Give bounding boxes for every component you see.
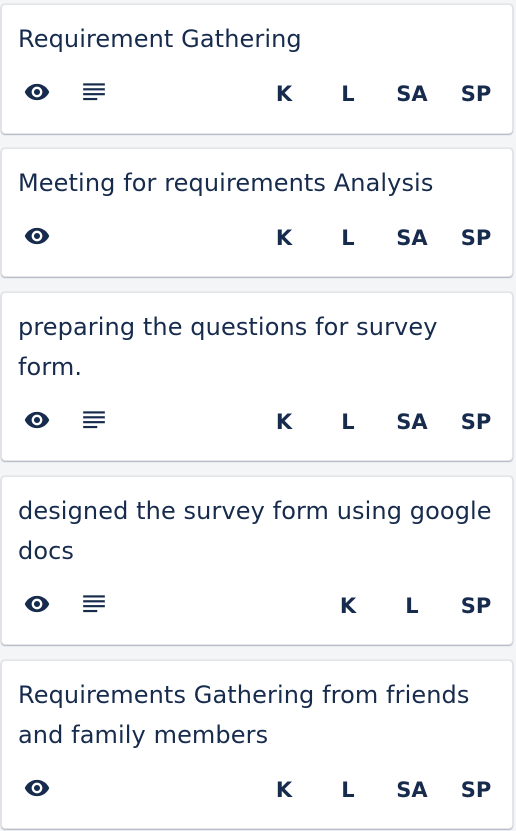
member-avatar[interactable]: K xyxy=(262,773,306,807)
member-avatar[interactable]: L xyxy=(326,77,370,111)
member-avatar[interactable]: L xyxy=(390,589,434,623)
card[interactable]: designed the survey form using google do… xyxy=(1,476,513,645)
card-badges: K L SA SP xyxy=(2,221,512,255)
member-avatar[interactable]: SA xyxy=(390,77,434,111)
member-avatar[interactable]: K xyxy=(262,77,306,111)
member-avatar[interactable]: SP xyxy=(454,589,498,623)
member-avatar[interactable]: SA xyxy=(390,221,434,255)
card-title: preparing the questions for survey form. xyxy=(18,313,438,381)
member-avatar[interactable]: SA xyxy=(390,773,434,807)
description-icon xyxy=(79,77,109,107)
card-badges: K L SP xyxy=(2,589,512,623)
member-avatar[interactable]: L xyxy=(326,221,370,255)
card-badges: K L SA SP xyxy=(2,773,512,807)
member-avatar[interactable]: SP xyxy=(454,77,498,111)
eye-icon xyxy=(22,589,52,619)
member-avatar[interactable]: L xyxy=(326,773,370,807)
description-icon xyxy=(79,589,109,619)
member-avatar[interactable]: SA xyxy=(390,405,434,439)
card-title: Requirement Gathering xyxy=(18,25,302,53)
card-title: Meeting for requirements Analysis xyxy=(18,169,434,197)
card-badges: K L SA SP xyxy=(2,405,512,439)
eye-icon xyxy=(22,77,52,107)
card[interactable]: Meeting for requirements Analysis K L SA… xyxy=(1,148,513,277)
member-avatar[interactable]: SP xyxy=(454,773,498,807)
member-avatar[interactable]: K xyxy=(262,405,306,439)
card[interactable]: Requirement Gathering K L SA SP xyxy=(1,4,513,134)
card[interactable]: Requirements Gathering from friends and … xyxy=(1,660,513,829)
card-title: Requirements Gathering from friends and … xyxy=(18,681,470,749)
member-avatar[interactable]: K xyxy=(326,589,370,623)
member-avatar[interactable]: K xyxy=(262,221,306,255)
card-list: Requirement Gathering K L SA SP Meeting … xyxy=(0,0,516,831)
card-badges: K L SA SP xyxy=(2,77,512,111)
member-avatar[interactable]: SP xyxy=(454,221,498,255)
card[interactable]: preparing the questions for survey form.… xyxy=(1,292,513,461)
card-title: designed the survey form using google do… xyxy=(18,497,492,565)
member-avatar[interactable]: L xyxy=(326,405,370,439)
description-icon xyxy=(79,405,109,435)
member-avatar[interactable]: SP xyxy=(454,405,498,439)
eye-icon xyxy=(22,221,52,251)
eye-icon xyxy=(22,773,52,803)
eye-icon xyxy=(22,405,52,435)
